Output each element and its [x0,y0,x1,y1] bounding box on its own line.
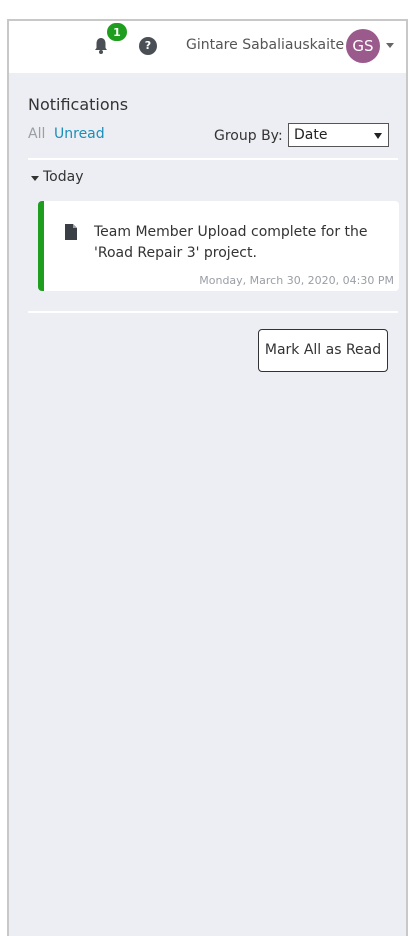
page-title: Notifications [28,95,129,114]
notification-timestamp: Monday, March 30, 2020, 04:30 PM [199,274,394,287]
notifications-panel: 1 ? Gintare Sabaliauskaite GS Notificati… [7,19,408,936]
caret-down-icon[interactable] [31,176,39,181]
group-header-today[interactable]: Today [43,169,84,185]
document-icon [65,224,77,240]
notification-count-badge: 1 [106,22,128,42]
divider [28,158,398,160]
chevron-down-icon[interactable] [386,43,394,48]
notification-item[interactable]: Team Member Upload complete for the 'Roa… [38,201,399,291]
top-bar: 1 ? Gintare Sabaliauskaite GS [9,21,406,73]
group-by-select[interactable]: Date [288,123,389,147]
mark-all-read-button[interactable]: Mark All as Read [258,329,388,372]
notification-text: Team Member Upload complete for the 'Roa… [94,224,368,261]
tab-unread[interactable]: Unread [54,126,105,142]
tab-all[interactable]: All [28,126,45,142]
help-icon[interactable]: ? [139,37,157,55]
dropdown-arrow-icon [374,133,382,139]
group-by-value: Date [294,127,328,143]
bell-icon[interactable] [93,37,109,55]
divider [28,311,398,313]
avatar[interactable]: GS [346,29,380,63]
user-name[interactable]: Gintare Sabaliauskaite [186,37,344,53]
group-by-label: Group By: [214,128,283,144]
